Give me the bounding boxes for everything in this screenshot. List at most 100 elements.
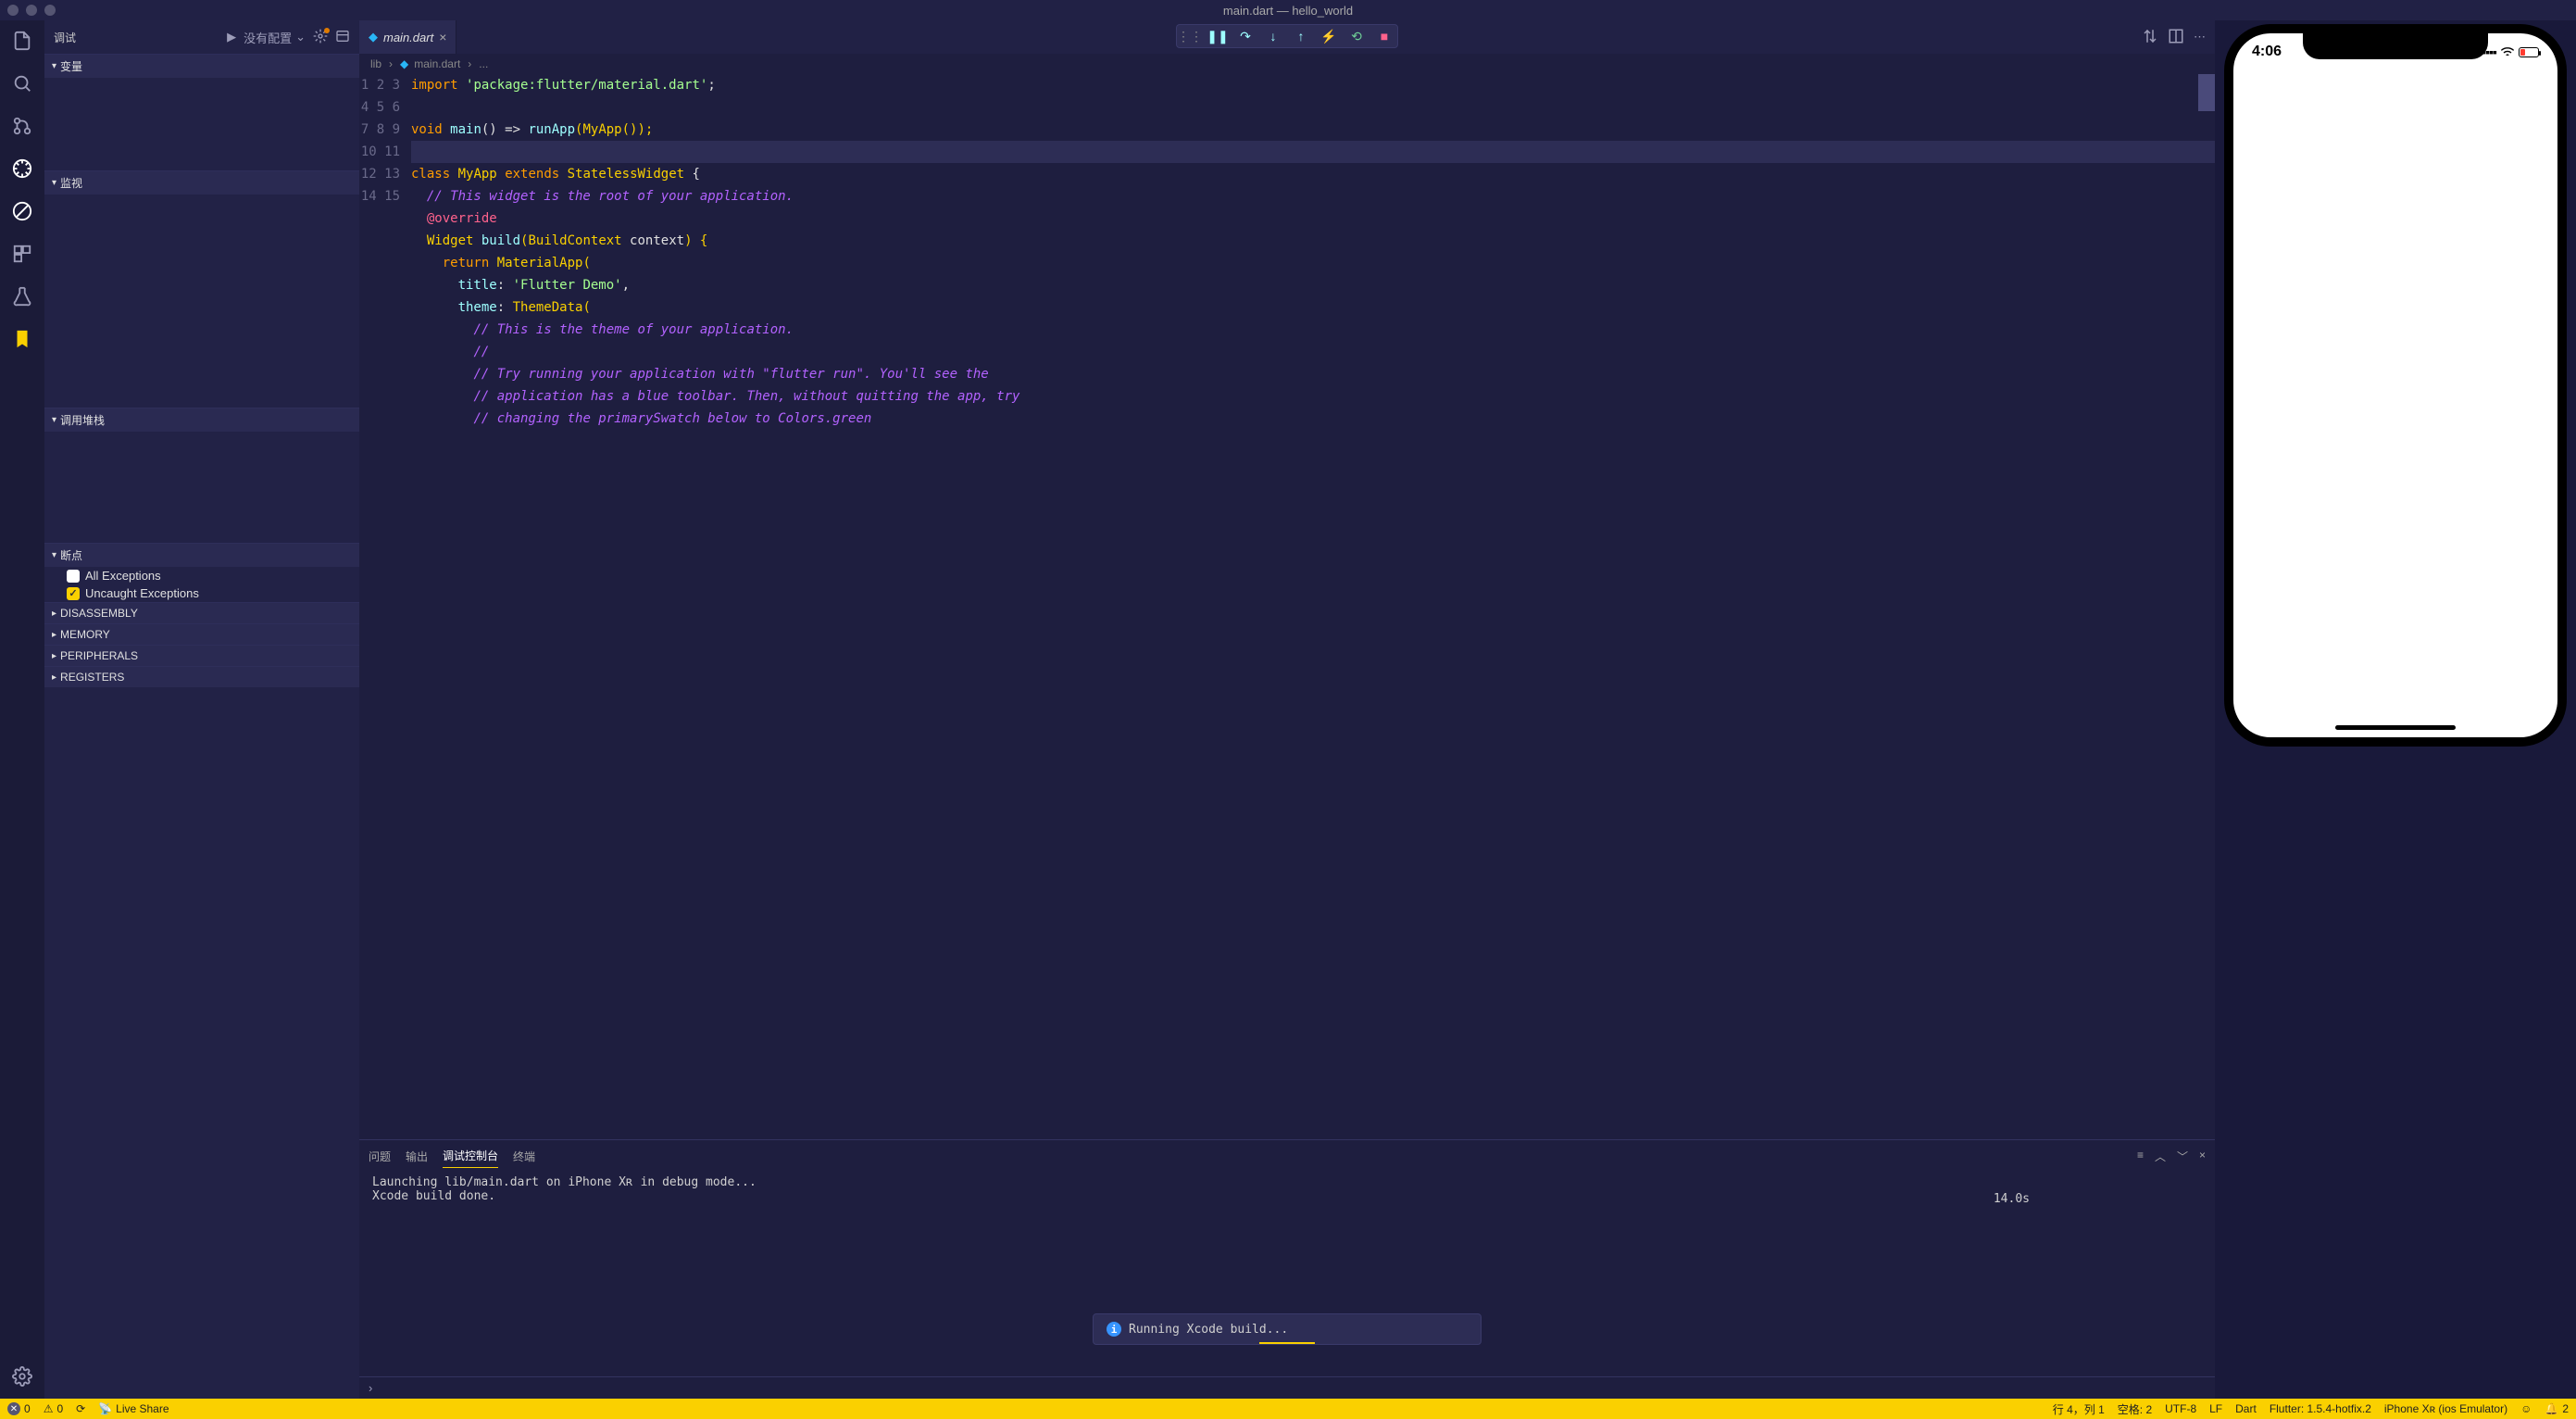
registers-header[interactable]: ▸ REGISTERS <box>44 667 359 687</box>
expand-panel-icon[interactable]: ﹀ <box>2177 1149 2188 1164</box>
sync-icon: ⟳ <box>76 1402 85 1415</box>
sidebar-title: 调试 <box>54 30 219 45</box>
breadcrumb-file[interactable]: main.dart <box>414 57 460 70</box>
chevron-right-icon <box>387 57 394 70</box>
compare-icon[interactable] <box>2142 28 2158 47</box>
titlebar: main.dart — hello_world <box>0 0 2576 20</box>
debug-toolbar: ⋮⋮ ❚❚ ↷ ↓ ↑ ⚡ ⟲ ■ <box>1176 24 1398 48</box>
collapse-panel-icon[interactable]: ︿ <box>2155 1149 2166 1164</box>
breadcrumb[interactable]: lib ◆ main.dart ... <box>359 54 2215 74</box>
code-editor[interactable]: 1 2 3 4 5 6 7 8 9 10 11 12 13 14 15 impo… <box>359 74 2215 1139</box>
iphone-device-frame: 4:06 ▪▪▪▪ <box>2224 24 2567 747</box>
hot-reload-icon[interactable]: ⚡ <box>1319 27 1338 45</box>
all-exceptions-label: All Exceptions <box>85 569 161 583</box>
home-indicator[interactable] <box>2335 725 2456 730</box>
status-feedback-icon[interactable]: ☺ <box>2520 1402 2532 1415</box>
source-control-icon[interactable] <box>9 113 35 139</box>
watch-header[interactable]: ▾ 监视 <box>44 171 359 195</box>
status-live-share[interactable]: 📡 Live Share <box>98 1402 169 1415</box>
split-editor-icon[interactable] <box>2168 28 2184 47</box>
debug-config-label: 没有配置 <box>244 29 292 46</box>
extensions-icon[interactable] <box>9 241 35 267</box>
tab-main-dart[interactable]: ◆ main.dart × <box>359 20 456 54</box>
step-into-icon[interactable]: ↓ <box>1264 27 1282 45</box>
peripherals-header[interactable]: ▸ PERIPHERALS <box>44 646 359 666</box>
status-language[interactable]: Dart <box>2235 1402 2257 1415</box>
line-gutter: 1 2 3 4 5 6 7 8 9 10 11 12 13 14 15 <box>359 74 411 1139</box>
checkbox-checked-icon[interactable] <box>67 587 80 600</box>
close-tab-icon[interactable]: × <box>439 30 446 44</box>
wifi-icon <box>2500 44 2515 59</box>
breadcrumb-lib[interactable]: lib <box>370 57 381 70</box>
status-sync[interactable]: ⟳ <box>76 1402 85 1415</box>
status-indentation[interactable]: 空格: 2 <box>2118 1401 2152 1417</box>
step-over-icon[interactable]: ↷ <box>1236 27 1255 45</box>
status-bar: ✕ 0 ⚠ 0 ⟳ 📡 Live Share 行 4，列 1 空格: 2 UTF… <box>0 1399 2576 1419</box>
disassembly-header[interactable]: ▸ DISASSEMBLY <box>44 603 359 623</box>
breakpoints-header[interactable]: ▾ 断点 <box>44 544 359 567</box>
settings-gear-icon[interactable] <box>9 1363 35 1389</box>
minimap[interactable] <box>2198 74 2215 111</box>
status-warnings[interactable]: ⚠ 0 <box>44 1402 63 1415</box>
breakpoints-body: All Exceptions Uncaught Exceptions <box>44 567 359 602</box>
debug-console-toggle-icon[interactable] <box>335 29 350 46</box>
debug-console-input[interactable]: › <box>359 1376 2215 1399</box>
more-actions-icon[interactable]: ⋯ <box>2194 30 2206 44</box>
disassembly-label: DISASSEMBLY <box>60 607 138 620</box>
callstack-header[interactable]: ▾ 调用堆栈 <box>44 408 359 432</box>
testing-icon[interactable] <box>9 283 35 309</box>
bookmarks-icon[interactable] <box>9 326 35 352</box>
debug-config-dropdown[interactable]: 没有配置 ⌄ <box>244 29 306 46</box>
debug-icon[interactable] <box>9 156 35 182</box>
code-content[interactable]: import 'package:flutter/material.dart'; … <box>411 74 2215 1139</box>
watch-body <box>44 195 359 408</box>
sidebar: 调试 ▶ 没有配置 ⌄ ▾ 变量 ▾ 监视 <box>44 20 359 1399</box>
stop-icon[interactable]: ■ <box>1375 27 1394 45</box>
explorer-icon[interactable] <box>9 28 35 54</box>
callstack-label: 调用堆栈 <box>60 412 105 428</box>
debug-console-output[interactable]: Launching lib/main.dart on iPhone Xʀ in … <box>359 1168 2215 1376</box>
iphone-screen[interactable]: 4:06 ▪▪▪▪ <box>2233 33 2557 737</box>
tabbar: ◆ main.dart × ⋮⋮ ❚❚ ↷ ↓ ↑ ⚡ ⟲ ■ <box>359 20 2215 54</box>
chevron-down-icon: ▾ <box>52 415 56 425</box>
breakpoint-all-exceptions[interactable]: All Exceptions <box>44 567 359 584</box>
tab-output[interactable]: 输出 <box>406 1145 428 1168</box>
build-toast: i Running Xcode build... <box>1093 1313 1482 1345</box>
uncaught-exceptions-label: Uncaught Exceptions <box>85 586 199 600</box>
status-errors[interactable]: ✕ 0 <box>7 1402 31 1415</box>
no-bug-icon[interactable] <box>9 198 35 224</box>
pause-icon[interactable]: ❚❚ <box>1208 27 1227 45</box>
status-cursor-position[interactable]: 行 4，列 1 <box>2053 1401 2105 1417</box>
tab-problems[interactable]: 问题 <box>369 1145 391 1168</box>
tab-terminal[interactable]: 终端 <box>513 1145 535 1168</box>
status-encoding[interactable]: UTF-8 <box>2165 1402 2196 1415</box>
restart-icon[interactable]: ⟲ <box>1347 27 1366 45</box>
panel-tabs: 问题 输出 调试控制台 终端 ≡ ︿ ﹀ × <box>359 1140 2215 1168</box>
breakpoints-label: 断点 <box>60 547 82 563</box>
search-icon[interactable] <box>9 70 35 96</box>
close-window-button[interactable] <box>7 5 19 16</box>
traffic-lights <box>7 5 56 16</box>
drag-handle-icon[interactable]: ⋮⋮ <box>1181 27 1199 45</box>
breakpoint-uncaught-exceptions[interactable]: Uncaught Exceptions <box>44 584 359 602</box>
clear-console-icon[interactable]: ≡ <box>2137 1149 2144 1164</box>
status-eol[interactable]: LF <box>2209 1402 2222 1415</box>
memory-header[interactable]: ▸ MEMORY <box>44 624 359 645</box>
debug-settings-icon[interactable] <box>313 29 328 46</box>
status-flutter-version[interactable]: Flutter: 1.5.4-hotfix.2 <box>2270 1402 2371 1415</box>
start-debug-icon[interactable]: ▶ <box>227 30 236 44</box>
tab-debug-console[interactable]: 调试控制台 <box>443 1144 498 1168</box>
close-panel-icon[interactable]: × <box>2199 1149 2206 1164</box>
step-out-icon[interactable]: ↑ <box>1292 27 1310 45</box>
bell-icon: 🔔 <box>2545 1402 2558 1415</box>
zoom-window-button[interactable] <box>44 5 56 16</box>
status-notifications[interactable]: 🔔 2 <box>2545 1402 2569 1415</box>
window-title: main.dart — hello_world <box>1223 4 1353 18</box>
variables-header[interactable]: ▾ 变量 <box>44 55 359 78</box>
toast-message: Running Xcode build... <box>1129 1323 1288 1337</box>
checkbox-unchecked-icon[interactable] <box>67 570 80 583</box>
chevron-right-icon: ▸ <box>52 651 56 661</box>
status-device[interactable]: iPhone Xʀ (ios Emulator) <box>2384 1402 2507 1415</box>
breadcrumb-more[interactable]: ... <box>479 57 488 70</box>
minimize-window-button[interactable] <box>26 5 37 16</box>
